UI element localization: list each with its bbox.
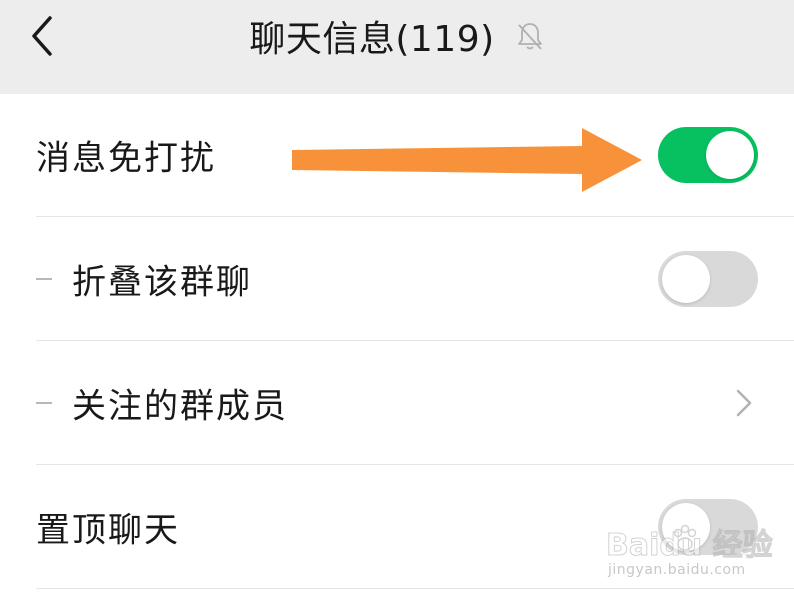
setting-label: 折叠该群聊 (72, 262, 252, 303)
indent-dash (36, 402, 52, 404)
top-bar: 聊天信息(119) (0, 0, 794, 94)
page-title: 聊天信息(119) (249, 19, 495, 60)
divider (36, 464, 794, 465)
watermark-site: jingyan.baidu.com (608, 562, 746, 578)
setting-row-fold[interactable]: 折叠该群聊 (0, 218, 794, 340)
bell-off-icon (517, 23, 542, 50)
paw-icon (673, 524, 697, 551)
setting-label: 消息免打扰 (36, 138, 216, 179)
divider (36, 216, 794, 217)
toggle-knob (706, 131, 754, 179)
annotation-arrow (292, 128, 642, 192)
setting-row-followed-members[interactable]: 关注的群成员 (0, 342, 794, 464)
setting-label: 关注的群成员 (72, 386, 288, 427)
divider (36, 340, 794, 341)
chevron-right-icon (736, 389, 752, 417)
toggle-knob (662, 255, 710, 303)
watermark: Baidu 经验 jingyan.baidu.com (606, 520, 776, 592)
title-group: 聊天信息(119) (0, 10, 794, 62)
fold-toggle[interactable] (658, 251, 758, 307)
setting-label: 置顶聊天 (36, 510, 180, 551)
mute-toggle[interactable] (658, 127, 758, 183)
indent-dash (36, 278, 52, 280)
